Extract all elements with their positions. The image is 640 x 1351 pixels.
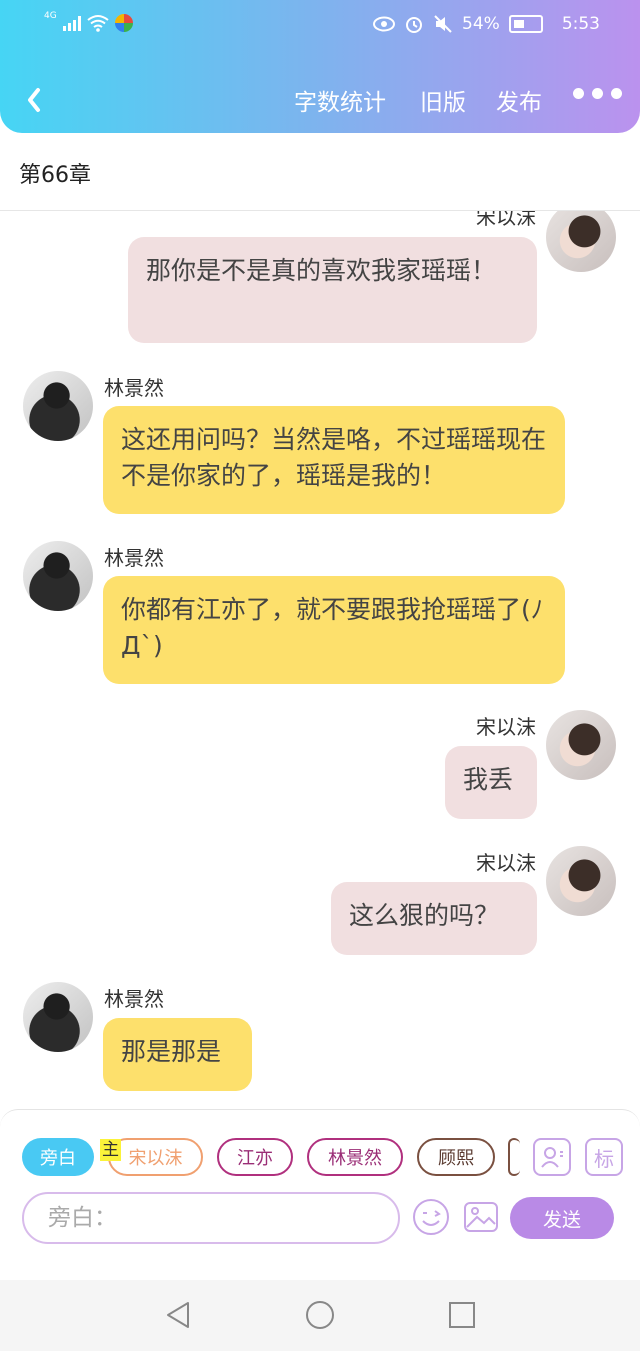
speaker-name: 宋以沫 xyxy=(476,851,536,875)
toolbar: 字数统计 旧版 发布 xyxy=(0,80,640,120)
role-chip-song-yimo[interactable]: 宋以沫 xyxy=(108,1138,203,1176)
wifi-icon xyxy=(87,15,109,32)
status-bar: 4G 54% 5:53 xyxy=(0,11,640,42)
role-chip-narration[interactable]: 旁白 xyxy=(22,1138,94,1176)
back-arrow-icon[interactable] xyxy=(22,82,58,118)
chat-bubble[interactable]: 我丢 xyxy=(445,746,537,819)
person-icon xyxy=(541,1147,563,1168)
add-character-button[interactable] xyxy=(533,1138,571,1176)
role-chip-jiang-yi[interactable]: 江亦 xyxy=(217,1138,293,1176)
role-chip-more[interactable] xyxy=(508,1138,520,1176)
battery-percent: 54% xyxy=(462,14,500,34)
message-input[interactable]: 旁白： xyxy=(22,1192,400,1244)
send-button[interactable]: 发送 xyxy=(510,1197,614,1239)
nav-recents-icon[interactable] xyxy=(446,1299,478,1331)
chat-bubble[interactable]: 你都有江亦了，就不要跟我抢瑶瑶了(ﾉДˋ) xyxy=(103,576,565,684)
chat-bubble[interactable]: 这么狠的吗？ xyxy=(331,882,537,955)
old-version-button[interactable]: 旧版 xyxy=(420,83,466,117)
mute-icon xyxy=(434,15,452,33)
alarm-icon xyxy=(406,17,423,33)
chat-bubble[interactable]: 那是那是 xyxy=(103,1018,252,1091)
avatar[interactable] xyxy=(23,371,93,441)
speaker-name: 林景然 xyxy=(104,987,164,1011)
more-options-icon[interactable] xyxy=(573,88,622,99)
speaker-name: 宋以沫 xyxy=(476,211,536,229)
avatar[interactable] xyxy=(546,710,616,780)
composer-panel: 旁白 宋以沫 江亦 林景然 顾熙 标 旁白： 发送 xyxy=(0,1109,640,1245)
network-type: 4G xyxy=(44,11,57,21)
chapter-title[interactable]: 第66章 xyxy=(19,157,91,189)
app-notification-icon xyxy=(114,14,133,32)
avatar[interactable] xyxy=(546,211,616,272)
image-icon[interactable] xyxy=(462,1198,500,1236)
eye-icon xyxy=(373,16,396,32)
chat-bubble[interactable]: 那你是不是真的喜欢我家瑶瑶！ xyxy=(128,237,537,343)
battery-icon xyxy=(508,15,543,33)
role-chip-gu-xi[interactable]: 顾熙 xyxy=(417,1138,495,1176)
avatar[interactable] xyxy=(23,982,93,1052)
role-chip-lin-jingran[interactable]: 林景然 xyxy=(307,1138,403,1176)
system-nav-bar xyxy=(0,1280,640,1351)
nav-home-icon[interactable] xyxy=(304,1299,336,1331)
chat-area[interactable]: 宋以沫 那你是不是真的喜欢我家瑶瑶！ 林景然 这还用问吗？当然是咯，不过瑶瑶现在… xyxy=(0,211,640,1109)
main-character-tag: 主 xyxy=(100,1139,121,1161)
speaker-name: 林景然 xyxy=(104,376,164,400)
avatar[interactable] xyxy=(23,541,93,611)
emoji-icon[interactable] xyxy=(412,1198,450,1236)
avatar[interactable] xyxy=(546,846,616,916)
signal-icon xyxy=(62,15,81,31)
nav-back-icon[interactable] xyxy=(162,1299,194,1331)
chat-bubble[interactable]: 这还用问吗？当然是咯，不过瑶瑶现在不是你家的了，瑶瑶是我的！ xyxy=(103,406,565,514)
word-count-button[interactable]: 字数统计 xyxy=(294,83,386,117)
app-header: 4G 54% 5:53 字数统计 旧版 发布 xyxy=(0,0,640,133)
publish-button[interactable]: 发布 xyxy=(496,83,542,117)
mark-button[interactable]: 标 xyxy=(585,1138,623,1176)
clock: 5:53 xyxy=(561,14,600,34)
speaker-name: 宋以沫 xyxy=(476,715,536,739)
speaker-name: 林景然 xyxy=(104,546,164,570)
